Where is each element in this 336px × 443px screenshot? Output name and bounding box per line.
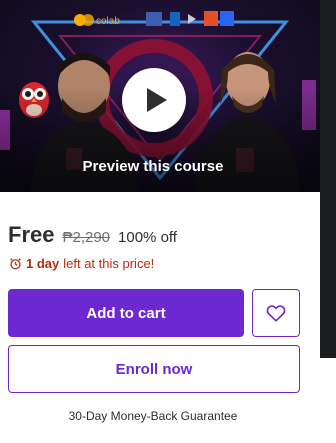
money-back-guarantee: 30-Day Money-Back Guarantee (68, 409, 238, 423)
enroll-now-button[interactable]: Enroll now (8, 345, 300, 393)
price-row: Free ₱2,290 100% off (8, 222, 177, 248)
wishlist-button[interactable] (252, 289, 300, 337)
heart-icon (266, 305, 286, 322)
page-background-strip (320, 0, 336, 358)
time-remaining-suffix: left at this price! (63, 256, 155, 271)
discount-percent: 100% off (118, 229, 177, 246)
add-to-cart-button[interactable]: Add to cart (8, 289, 244, 337)
course-preview[interactable]: colab Preview this course (0, 0, 320, 192)
original-price: ₱2,290 (62, 229, 111, 246)
price-timer: 1 day left at this price! (9, 256, 154, 271)
preview-label: Preview this course (82, 158, 224, 175)
play-icon (147, 88, 167, 112)
current-price: Free (8, 222, 55, 247)
time-remaining: 1 day (26, 256, 60, 271)
alarm-clock-icon (10, 258, 21, 270)
course-purchase-card: colab Preview this course Free ₱2,290 10… (0, 0, 320, 443)
play-button[interactable] (122, 68, 186, 132)
